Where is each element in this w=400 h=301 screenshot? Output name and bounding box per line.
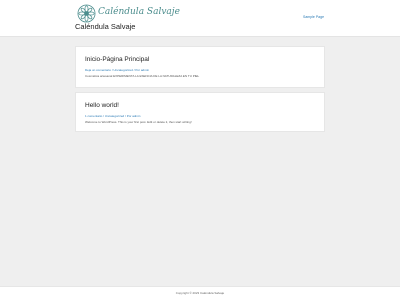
- site-title[interactable]: Caléndula Salvaje: [75, 22, 135, 31]
- nav-sample-page-link[interactable]: Sample Page: [303, 15, 324, 19]
- copyright-text: Copyright © 2023 Caléndula Salvaje: [175, 291, 225, 295]
- post-card: Hello world! 1 comentario / Uncategorize…: [75, 92, 325, 132]
- post-excerpt: Cosmética artesanal EXPERIMENTA LA ESENC…: [85, 74, 200, 78]
- post-title-link[interactable]: Inicio-Página Principal: [85, 56, 149, 63]
- post-meta[interactable]: Deja un comentario / Uncategorized / Por…: [85, 68, 149, 72]
- flower-icon: [77, 4, 96, 23]
- post-excerpt: Welcome to WordPress. This is your first…: [85, 120, 192, 124]
- post-card: Inicio-Página Principal Deja un comentar…: [75, 46, 325, 88]
- site-header: Caléndula Salvaje Caléndula Salvaje Samp…: [0, 0, 400, 37]
- post-meta[interactable]: 1 comentario / Uncategorized / Por admin: [85, 114, 140, 118]
- post-title-link[interactable]: Hello world!: [85, 102, 119, 109]
- site-logo[interactable]: Caléndula Salvaje: [77, 4, 180, 23]
- logo-wordmark: Caléndula Salvaje: [98, 7, 180, 17]
- site-footer: Copyright © 2023 Caléndula Salvaje: [0, 286, 400, 301]
